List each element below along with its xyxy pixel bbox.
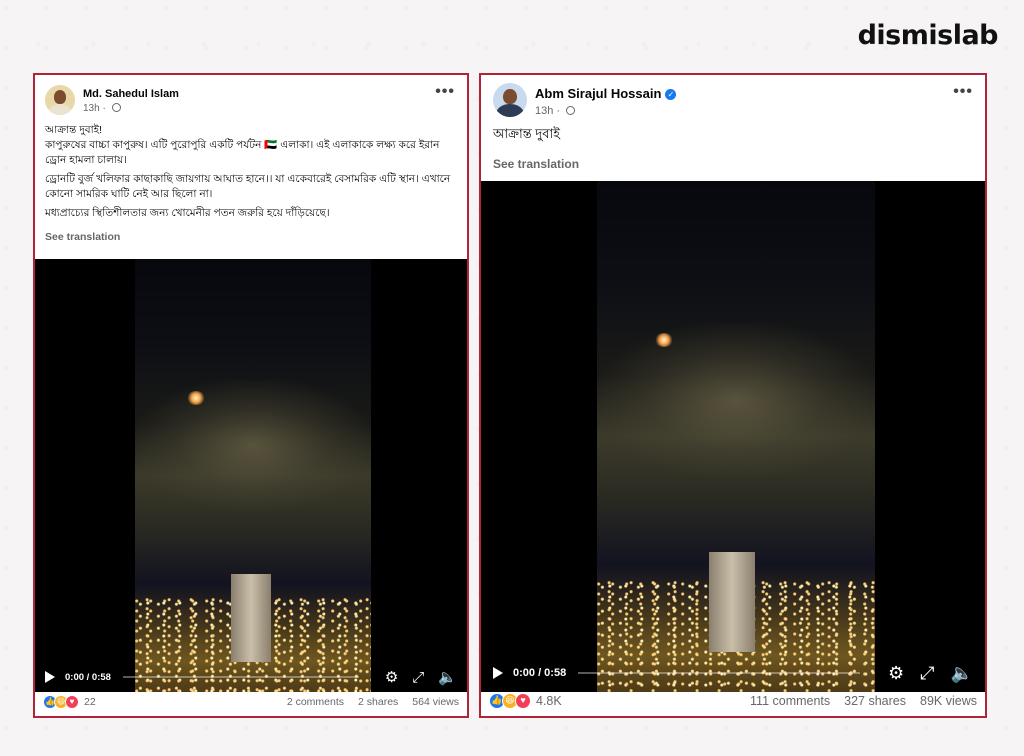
post-footer: 👍 😆 ♥ 4.8K 111 comments 327 shares 89K v…: [481, 686, 985, 716]
see-translation-link[interactable]: See translation: [35, 225, 467, 243]
video-player[interactable]: 0:00 / 0:58 ⚙ ⤢ 🔈: [481, 181, 985, 692]
love-icon: ♥: [515, 693, 531, 709]
video-progress-bar[interactable]: [122, 676, 359, 678]
post-text: আক্রান্ত দুবাই: [481, 119, 985, 143]
post-header: Abm Sirajul Hossain ✓ 13h · •••: [481, 75, 985, 119]
video-time: 0:00 / 0:58: [513, 667, 567, 679]
video-player[interactable]: 0:00 / 0:58 ⚙ ⤢ 🔈: [35, 259, 467, 692]
post-card-1: Md. Sahedul Islam 13h · ••• আক্রান্ত দুব…: [33, 73, 469, 718]
video-frame: [135, 259, 371, 692]
author-name[interactable]: Md. Sahedul Islam: [83, 88, 179, 100]
video-frame: [597, 181, 875, 692]
post-header: Md. Sahedul Islam 13h · •••: [35, 75, 467, 119]
explosion-flash: [187, 391, 205, 405]
brand-logo: dismislab: [857, 20, 999, 51]
post-paragraph: মধ্যপ্রাচ্যের স্থিতিশীলতার জন্য খোমেনীর …: [45, 207, 330, 219]
post-paragraph: আক্রান্ত দুবাই! কাপুরুষের বাচ্চা কাপুরুষ…: [45, 124, 440, 166]
volume-icon[interactable]: 🔈: [438, 668, 457, 686]
views-count: 89K views: [920, 694, 977, 708]
gear-icon[interactable]: ⚙: [385, 668, 398, 686]
timestamp[interactable]: 13h: [535, 105, 553, 117]
reactions[interactable]: 👍 😆 ♥ 22: [43, 695, 96, 709]
author-name-text[interactable]: Abm Sirajul Hossain: [535, 86, 661, 101]
reaction-count[interactable]: 22: [84, 696, 96, 708]
post-footer: 👍 😆 ♥ 22 2 comments 2 shares 564 views: [35, 688, 467, 716]
see-translation-link[interactable]: See translation: [481, 143, 985, 171]
verified-badge-icon: ✓: [665, 89, 677, 100]
play-icon[interactable]: [493, 667, 503, 679]
reaction-count[interactable]: 4.8K: [536, 694, 562, 708]
post-stats: 111 comments 327 shares 89K views: [736, 694, 977, 708]
post-time[interactable]: 13h ·: [535, 105, 676, 117]
globe-icon: [111, 103, 121, 112]
reactions[interactable]: 👍 😆 ♥ 4.8K: [489, 693, 562, 709]
comments-count[interactable]: 2 comments: [287, 696, 344, 708]
building: [709, 552, 755, 652]
post-time[interactable]: 13h ·: [83, 103, 179, 114]
video-progress-bar[interactable]: [578, 672, 861, 674]
post-paragraph: ড্রোনটি বুর্জ খলিফার কাছাকাছি জায়গায় আ…: [45, 173, 451, 200]
comments-count[interactable]: 111 comments: [750, 694, 830, 708]
shares-count[interactable]: 2 shares: [358, 696, 398, 708]
author-name[interactable]: Abm Sirajul Hossain ✓: [535, 86, 677, 101]
explosion-flash: [655, 333, 673, 347]
building: [231, 574, 271, 662]
fullscreen-icon[interactable]: ⤢: [920, 663, 934, 684]
gear-icon[interactable]: ⚙: [888, 663, 904, 684]
views-count: 564 views: [412, 696, 459, 708]
globe-icon: [566, 106, 576, 115]
love-icon: ♥: [65, 695, 79, 709]
post-meta: Md. Sahedul Islam 13h ·: [83, 85, 179, 114]
avatar[interactable]: [45, 85, 75, 115]
fullscreen-icon[interactable]: ⤢: [412, 669, 424, 686]
play-icon[interactable]: [45, 671, 55, 683]
shares-count[interactable]: 327 shares: [844, 694, 906, 708]
post-stats: 2 comments 2 shares 564 views: [273, 696, 459, 708]
volume-icon[interactable]: 🔈: [951, 663, 973, 684]
timestamp[interactable]: 13h: [83, 103, 100, 114]
more-options-icon[interactable]: •••: [435, 83, 455, 101]
post-text: আক্রান্ত দুবাই! কাপুরুষের বাচ্চা কাপুরুষ…: [35, 119, 467, 221]
post-paragraph: আক্রান্ত দুবাই: [493, 126, 560, 141]
post-card-2: Abm Sirajul Hossain ✓ 13h · ••• আক্রান্ত …: [479, 73, 987, 718]
video-time: 0:00 / 0:58: [65, 671, 111, 683]
more-options-icon[interactable]: •••: [953, 83, 973, 101]
post-meta: Abm Sirajul Hossain ✓ 13h ·: [535, 83, 677, 117]
avatar[interactable]: [493, 83, 527, 117]
